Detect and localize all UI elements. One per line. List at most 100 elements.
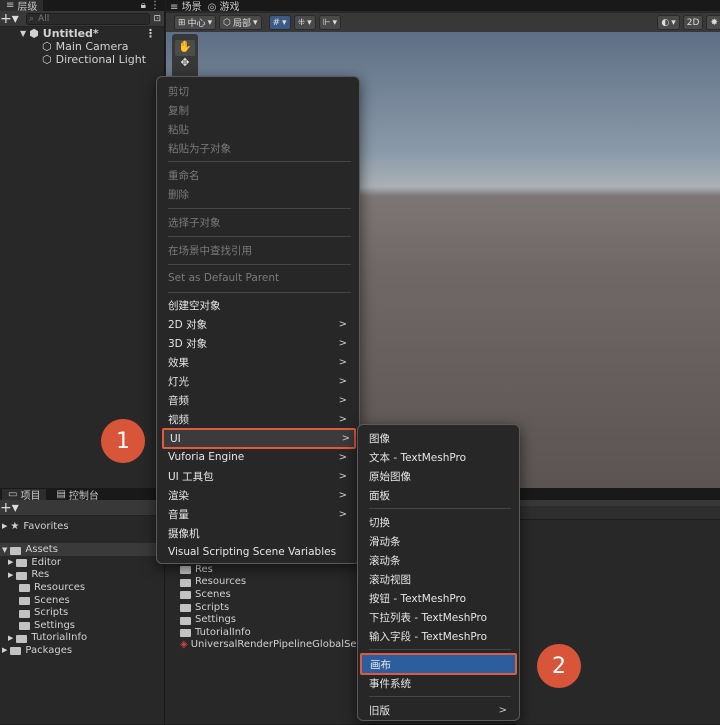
hand-tool-button[interactable]: ✋ <box>175 40 195 56</box>
folder-editor[interactable]: ▶ Editor <box>0 556 164 569</box>
tab-hierarchy[interactable]: ≡ 层级 <box>0 0 44 13</box>
submenu-item-input-field-tmp[interactable]: 输入字段 - TextMeshPro <box>369 627 511 645</box>
create-asset-button[interactable]: +▾ <box>0 500 19 516</box>
chevron-down-icon: ▾ <box>282 17 287 28</box>
submenu-item-toggle[interactable]: 切换 <box>369 513 511 531</box>
shading-icon: ◐ <box>661 17 670 28</box>
chevron-down-icon[interactable]: ▼ <box>20 29 26 38</box>
submenu-item-legacy[interactable]: 旧版 > <box>369 701 511 719</box>
list-item[interactable]: ◈ UniversalRenderPipelineGlobalSett <box>180 639 380 652</box>
folder-scenes[interactable]: Scenes <box>0 594 164 607</box>
submenu-item-scrollbar[interactable]: 滚动条 <box>369 551 511 569</box>
lock-icon[interactable]: 🔒︎ <box>141 0 146 11</box>
chevron-right-icon[interactable]: ▶ <box>8 634 13 642</box>
folder-icon <box>180 629 191 638</box>
list-item[interactable]: Scripts <box>180 601 380 614</box>
menu-item-create-empty[interactable]: 创建空对象 <box>168 296 351 314</box>
menu-item-find-references[interactable]: 在场景中查找引用 <box>168 241 351 259</box>
lighting-toggle[interactable]: ✸ <box>706 15 720 30</box>
folder-resources[interactable]: Resources <box>0 581 164 594</box>
chevron-right-icon[interactable]: ▶ <box>2 646 7 654</box>
menu-item-ui-toolkit[interactable]: UI 工具包 > <box>168 467 351 485</box>
tab-game[interactable]: ◎ 游戏 <box>208 0 240 13</box>
search-input[interactable]: ⌕ All <box>26 12 151 25</box>
snap-icon: ⁜ <box>297 17 306 28</box>
menu-item-set-default-parent[interactable]: Set as Default Parent <box>168 269 351 287</box>
assets-item[interactable]: ▼ Assets <box>0 543 164 556</box>
add-object-button[interactable]: +▾ <box>0 11 19 27</box>
packages-item[interactable]: ▶ Packages <box>0 644 164 657</box>
hierarchy-item-main-camera[interactable]: ⬡ Main Camera <box>0 40 164 53</box>
menu-item-visual-scripting-scene-variables[interactable]: Visual Scripting Scene Variables <box>168 543 351 561</box>
more-icon[interactable]: ⋮ <box>145 27 156 40</box>
hierarchy-item-directional-light[interactable]: ⬡ Directional Light <box>0 53 164 66</box>
chevron-right-icon: > <box>338 489 347 501</box>
move-tool-button[interactable]: ✥ <box>172 56 198 72</box>
submenu-item-panel[interactable]: 面板 <box>369 486 511 504</box>
list-item[interactable]: TutorialInfo <box>180 626 380 639</box>
chevron-down-icon: ▾ <box>207 17 213 28</box>
menu-item-rename[interactable]: 重命名 <box>168 166 351 184</box>
gameobject-icon: ⬡ <box>42 40 52 53</box>
submenu-item-slider[interactable]: 滑动条 <box>369 532 511 550</box>
space-dropdown[interactable]: ⬡ 局部 ▾ <box>219 15 262 30</box>
menu-item-2d-object[interactable]: 2D 对象 > <box>168 315 351 333</box>
menu-item-delete[interactable]: 删除 <box>168 185 351 203</box>
menu-item-ui[interactable]: UI > <box>162 428 356 449</box>
menu-item-copy[interactable]: 复制 <box>168 101 351 119</box>
snap-increment-button[interactable]: ⁜ ▾ <box>293 15 316 30</box>
chevron-right-icon[interactable]: ▶ <box>2 522 7 530</box>
folder-settings[interactable]: Settings <box>0 619 164 632</box>
menu-item-rendering[interactable]: 渲染 > <box>168 486 351 504</box>
submenu-item-scroll-view[interactable]: 滚动视图 <box>369 570 511 588</box>
chevron-right-icon: > <box>338 413 347 425</box>
pivot-dropdown[interactable]: ⊞ 中心 ▾ <box>174 15 217 30</box>
ui-submenu: 图像 文本 - TextMeshPro 原始图像 面板 切换 滑动条 滚动条 滚… <box>357 424 520 721</box>
menu-item-video[interactable]: 视频 > <box>168 410 351 428</box>
scene-root[interactable]: ▼ ⬢ Untitled* ⋮ <box>0 27 164 40</box>
menu-item-3d-object[interactable]: 3D 对象 > <box>168 334 351 352</box>
more-icon[interactable]: ⋮ <box>150 0 160 11</box>
increment-button[interactable]: ⊩ ▾ <box>318 15 342 30</box>
folder-tutorialinfo[interactable]: ▶ TutorialInfo <box>0 632 164 645</box>
grid-snap-button[interactable]: # ▾ <box>268 15 291 30</box>
list-item[interactable]: Scenes <box>180 588 380 601</box>
mode-2d-button[interactable]: 2D <box>682 15 704 30</box>
submenu-item-button-tmp[interactable]: 按钮 - TextMeshPro <box>369 589 511 607</box>
list-item[interactable]: Resources <box>180 576 380 589</box>
menu-item-vuforia[interactable]: Vuforia Engine > <box>168 448 351 466</box>
list-item[interactable]: Res <box>180 563 380 576</box>
tab-console[interactable]: ▤ 控制台 <box>50 489 104 502</box>
filter-icon[interactable]: ⊡ <box>153 14 161 24</box>
submenu-item-dropdown-tmp[interactable]: 下拉列表 - TextMeshPro <box>369 608 511 626</box>
search-icon: ⌕ <box>29 13 35 24</box>
menu-item-cut[interactable]: 剪切 <box>168 82 351 100</box>
menu-item-light[interactable]: 灯光 > <box>168 372 351 390</box>
cube-icon: ⬡ <box>223 17 231 28</box>
chevron-right-icon[interactable]: ▶ <box>8 558 13 566</box>
folder-scripts[interactable]: Scripts <box>0 606 164 619</box>
menu-separator <box>369 696 511 697</box>
folder-res[interactable]: ▶ Res <box>0 569 164 582</box>
chevron-down-icon[interactable]: ▼ <box>2 546 7 554</box>
context-menu: 剪切 复制 粘贴 粘贴为子对象 重命名 删除 选择子对象 在场景中查找引用 Se… <box>156 76 360 564</box>
menu-item-camera[interactable]: 摄像机 <box>168 524 351 542</box>
submenu-item-raw-image[interactable]: 原始图像 <box>369 467 511 485</box>
menu-item-paste[interactable]: 粘贴 <box>168 120 351 138</box>
step-badge-1: 1 <box>101 419 145 463</box>
tab-project[interactable]: ▭ 项目 <box>2 489 47 502</box>
menu-item-paste-as-child[interactable]: 粘贴为子对象 <box>168 139 351 157</box>
menu-item-select-children[interactable]: 选择子对象 <box>168 213 351 231</box>
draw-mode-dropdown[interactable]: ◐ ▾ <box>657 15 680 30</box>
submenu-item-canvas[interactable]: 画布 <box>360 653 517 675</box>
chevron-right-icon[interactable]: ▶ <box>8 571 13 579</box>
submenu-item-text-tmp[interactable]: 文本 - TextMeshPro <box>369 448 511 466</box>
favorites-item[interactable]: ▶ ★ Favorites <box>0 519 164 533</box>
submenu-item-image[interactable]: 图像 <box>369 429 511 447</box>
menu-item-effects[interactable]: 效果 > <box>168 353 351 371</box>
menu-item-audio[interactable]: 音频 > <box>168 391 351 409</box>
list-item[interactable]: Settings <box>180 613 380 626</box>
submenu-item-event-system[interactable]: 事件系统 <box>369 674 511 692</box>
tab-scene[interactable]: ≡ 场景 <box>170 0 202 13</box>
menu-item-volume[interactable]: 音量 > <box>168 505 351 523</box>
